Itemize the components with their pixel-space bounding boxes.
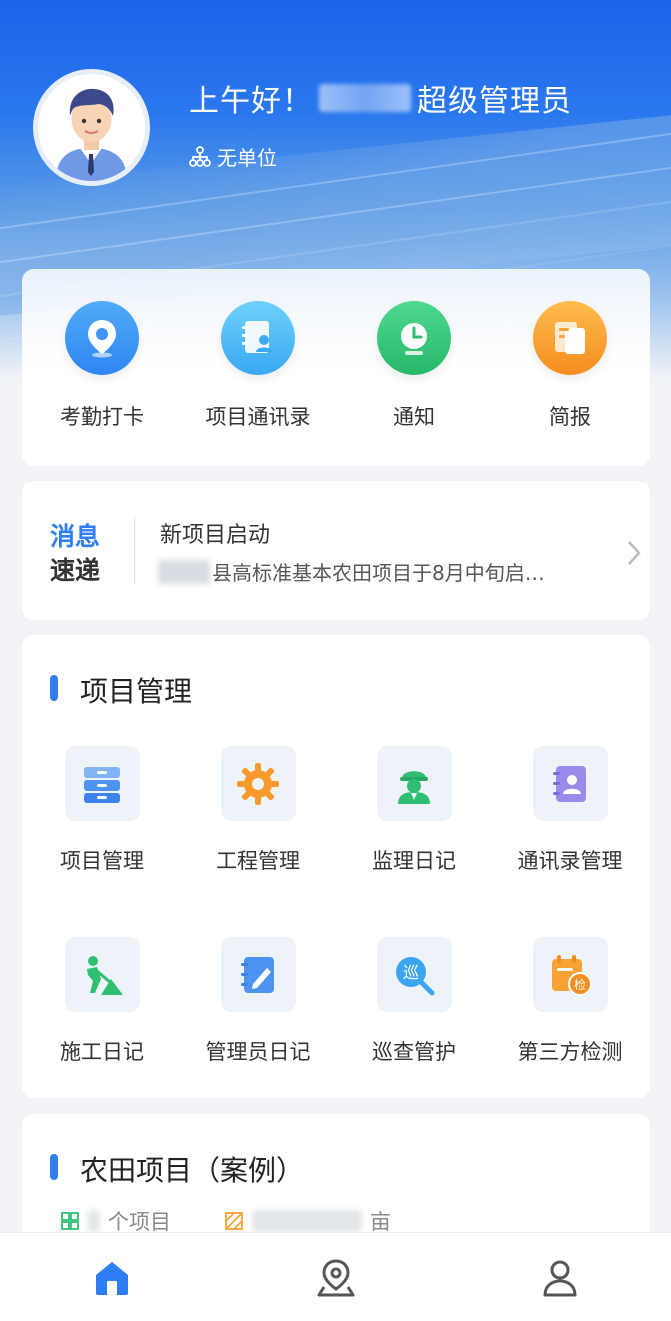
redacted-username <box>319 84 411 112</box>
location-pin-icon <box>65 301 139 375</box>
home-icon <box>96 1262 128 1295</box>
svg-text:巡: 巡 <box>403 963 419 982</box>
avatar-illustration <box>38 74 145 181</box>
news-title: 新项目启动 <box>160 523 271 548</box>
section-accent-bar <box>50 675 58 701</box>
section-title: 项目管理 <box>80 675 193 708</box>
clock-icon <box>377 301 451 375</box>
document-icon <box>533 301 607 375</box>
section-accent-bar <box>50 1154 58 1180</box>
map-pin-icon <box>317 1259 355 1297</box>
news-card[interactable]: 消息 速递 新项目启动 县高标准基本农田项目于8月中旬启… <box>22 481 650 620</box>
quick-action-notice[interactable]: 通知 <box>336 301 492 431</box>
chevron-right-icon[interactable] <box>626 539 642 571</box>
worker-helmet-icon <box>376 746 452 821</box>
grid-item-third-party-inspection[interactable]: 检 第三方检测 <box>492 937 648 1066</box>
avatar[interactable] <box>33 69 150 186</box>
grid-item-construction-diary[interactable]: 施工日记 <box>24 937 180 1066</box>
grid-item-label: 监理日记 <box>372 849 456 873</box>
news-description-text: 县高标准基本农田项目于8月中旬启… <box>212 561 545 585</box>
area-field-icon <box>225 1212 243 1230</box>
section-title: 农田项目（案例） <box>80 1154 305 1187</box>
patrol-search-icon: 巡 <box>376 937 452 1012</box>
contact-book-icon <box>221 301 295 375</box>
project-management-card: 项目管理 项目管理 工程管理 监理日记 通讯录管理 施工日记 管理员日记 巡 巡… <box>22 635 650 1098</box>
quick-actions-card: 考勤打卡 项目通讯录 通知 简报 <box>22 269 650 466</box>
bottom-nav <box>0 1232 671 1321</box>
unit-info: 无单位 <box>189 142 277 171</box>
grid-item-label: 第三方检测 <box>517 1040 623 1064</box>
quick-action-label: 考勤打卡 <box>60 405 144 429</box>
grid-item-label: 项目管理 <box>60 849 144 873</box>
news-divider <box>134 517 135 585</box>
news-description: 县高标准基本农田项目于8月中旬启… <box>158 557 545 586</box>
quick-action-brief[interactable]: 简报 <box>492 301 648 431</box>
gear-icon <box>220 746 296 821</box>
nav-profile[interactable] <box>530 1253 590 1303</box>
grid-blocks-icon <box>61 1212 79 1230</box>
grid-item-label: 通讯录管理 <box>517 849 623 873</box>
user-icon <box>543 1260 577 1297</box>
greeting: 上午好！ 超级管理员 <box>189 78 572 119</box>
grid-item-label: 工程管理 <box>216 849 300 873</box>
grid-item-label: 巡查管护 <box>372 1040 456 1064</box>
org-structure-icon <box>189 145 211 167</box>
svg-text:检: 检 <box>574 977 586 992</box>
grid-item-label: 管理员日记 <box>205 1040 311 1064</box>
redacted-area <box>252 1210 362 1232</box>
inspection-calendar-icon: 检 <box>532 937 608 1012</box>
nav-map[interactable] <box>306 1253 366 1303</box>
news-tag-line2: 速递 <box>50 556 101 585</box>
grid-item-admin-diary[interactable]: 管理员日记 <box>180 937 336 1066</box>
quick-action-label: 项目通讯录 <box>205 405 311 429</box>
quick-action-attendance[interactable]: 考勤打卡 <box>24 301 180 431</box>
grid-item-label: 施工日记 <box>60 1040 144 1064</box>
quick-action-label: 简报 <box>549 405 591 429</box>
grid-item-supervision-diary[interactable]: 监理日记 <box>336 746 492 875</box>
greeting-prefix: 上午好！ <box>189 84 313 119</box>
greeting-role: 超级管理员 <box>417 84 572 119</box>
notebook-pen-icon <box>220 937 296 1012</box>
redacted-county <box>158 559 210 584</box>
grid-item-project-management[interactable]: 项目管理 <box>24 746 180 875</box>
shovel-worker-icon <box>64 937 140 1012</box>
contact-card-icon <box>532 746 608 821</box>
nav-home[interactable] <box>82 1253 142 1303</box>
grid-item-engineering[interactable]: 工程管理 <box>180 746 336 875</box>
news-tag-line1: 消息 <box>50 522 101 551</box>
cabinet-icon <box>64 746 140 821</box>
grid-item-patrol[interactable]: 巡 巡查管护 <box>336 937 492 1066</box>
grid-item-contacts-management[interactable]: 通讯录管理 <box>492 746 648 875</box>
quick-action-contacts[interactable]: 项目通讯录 <box>180 301 336 431</box>
unit-label: 无单位 <box>217 146 277 170</box>
quick-action-label: 通知 <box>393 405 435 429</box>
redacted-count <box>88 1210 100 1232</box>
